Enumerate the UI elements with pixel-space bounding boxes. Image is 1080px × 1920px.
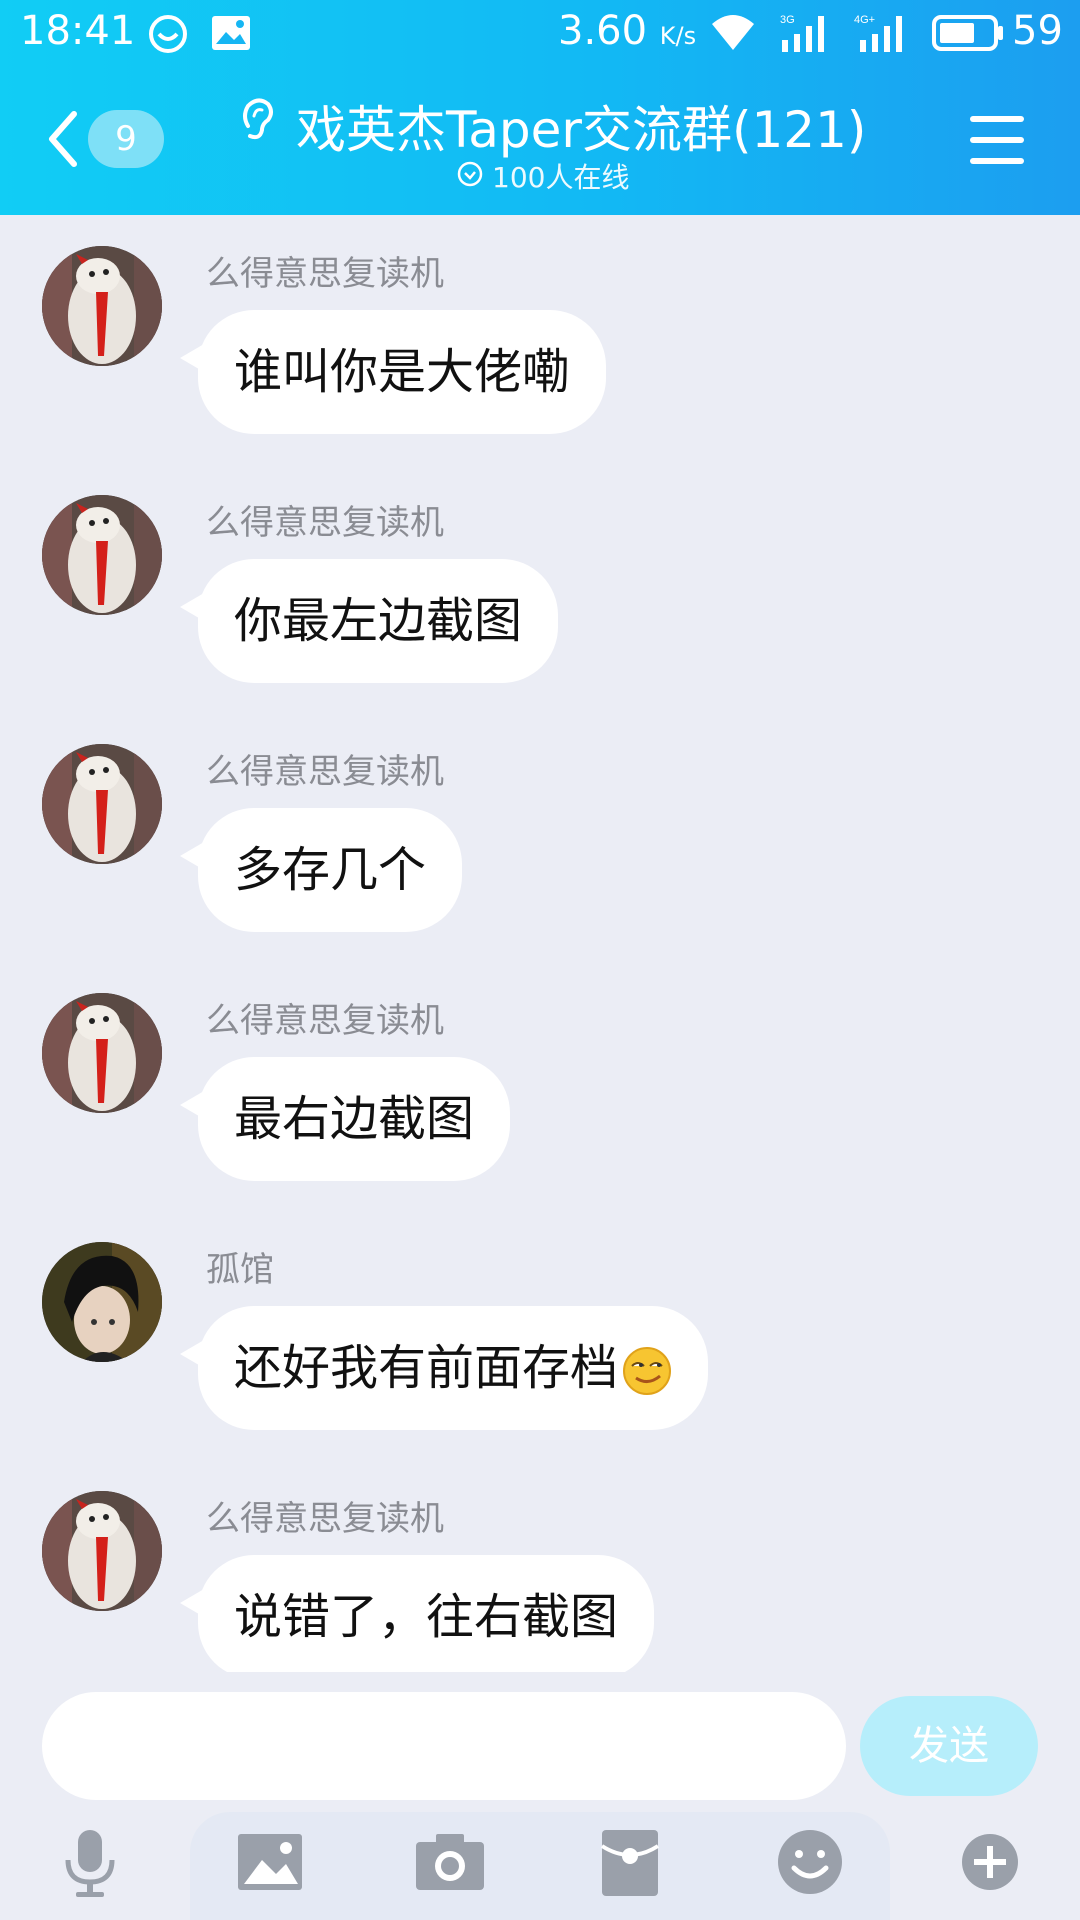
status-time: 18:41 xyxy=(20,8,136,54)
gallery-notification-icon xyxy=(212,16,250,50)
dog-avatar[interactable] xyxy=(42,1491,162,1611)
dog-avatar[interactable] xyxy=(42,495,162,615)
signal-3g-icon: 3G xyxy=(780,14,824,52)
ear-icon[interactable] xyxy=(238,96,278,142)
online-check-icon xyxy=(457,161,483,187)
message-input[interactable] xyxy=(42,1692,846,1800)
battery-level: 59 xyxy=(1012,8,1063,54)
sender-name: 么得意思复读机 xyxy=(206,254,444,294)
status-bar: 18:41 3.60 K/s 3G 4G+ 59 xyxy=(0,0,1080,66)
anime-boy-avatar[interactable] xyxy=(42,1242,162,1362)
message-bubble[interactable]: 谁叫你是大佬嘞 xyxy=(179,310,607,434)
signal-4g-label: 4G+ xyxy=(854,14,875,26)
message-text: 说错了，往右截图 xyxy=(234,1589,619,1645)
signal-4g-icon: 4G+ xyxy=(854,14,902,52)
message-text: 你最左边截图 xyxy=(234,593,523,649)
chat-title-area[interactable]: 戏英杰Taper交流群(121) 100人在线 xyxy=(230,88,890,198)
unread-badge[interactable]: 9 xyxy=(88,110,164,168)
image-icon[interactable] xyxy=(230,1822,310,1902)
wifi-icon xyxy=(712,15,754,50)
chat-title: 戏英杰Taper交流群(121) xyxy=(296,101,867,159)
sender-name: 么得意思复读机 xyxy=(206,1001,444,1041)
back-icon[interactable] xyxy=(46,110,80,168)
red-packet-icon[interactable] xyxy=(590,1822,670,1902)
sender-name: 么得意思复读机 xyxy=(206,752,444,792)
menu-icon[interactable] xyxy=(970,116,1024,164)
dog-avatar[interactable] xyxy=(42,744,162,864)
qq-notification-icon xyxy=(149,15,187,53)
header-bar: 18:41 3.60 K/s 3G 4G+ 59 9 戏英杰Taper交流群(1… xyxy=(0,0,1080,215)
message-text: 多存几个 xyxy=(234,842,427,898)
plus-icon[interactable] xyxy=(950,1822,1030,1902)
message-text: 还好我有前面存档 xyxy=(234,1340,619,1396)
sender-name: 么得意思复读机 xyxy=(206,1499,444,1539)
send-button[interactable]: 发送 xyxy=(860,1696,1038,1796)
microphone-icon[interactable] xyxy=(50,1822,130,1902)
battery-icon xyxy=(932,15,1003,51)
emoji-icon[interactable] xyxy=(770,1822,850,1902)
message-bubble[interactable]: 还好我有前面存档 xyxy=(179,1306,709,1430)
signal-3g-label: 3G xyxy=(780,14,795,26)
sender-name: 孤馆 xyxy=(206,1250,274,1290)
dog-avatar[interactable] xyxy=(42,246,162,366)
message-text: 谁叫你是大佬嘞 xyxy=(234,344,571,400)
message-text: 最右边截图 xyxy=(234,1091,475,1147)
message-bubble[interactable]: 多存几个 xyxy=(179,808,463,932)
online-count: 100人在线 xyxy=(492,161,630,194)
smirk-emoji-icon xyxy=(623,1347,672,1395)
dog-avatar[interactable] xyxy=(42,993,162,1113)
message-bubble[interactable]: 你最左边截图 xyxy=(179,559,559,683)
camera-icon[interactable] xyxy=(410,1822,490,1902)
message-bubble[interactable]: 说错了，往右截图 xyxy=(179,1555,655,1679)
sender-name: 么得意思复读机 xyxy=(206,503,444,543)
message-bubble[interactable]: 最右边截图 xyxy=(179,1057,511,1181)
composer: 发送 xyxy=(0,1672,1080,1920)
network-speed: 3.60 K/s xyxy=(558,8,697,54)
